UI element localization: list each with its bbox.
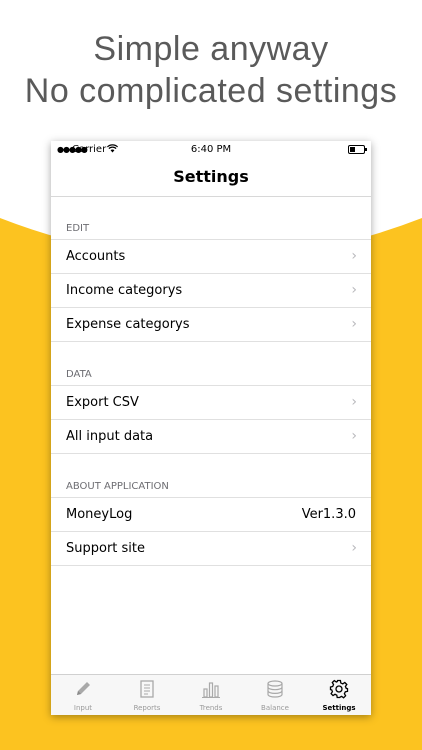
divider [51,565,371,566]
chevron-right-icon: › [351,248,357,264]
tab-label: Trends [199,704,223,712]
chevron-right-icon: › [351,540,357,556]
section-header-about: ABOUT APPLICATION [66,481,169,492]
tab-balance[interactable]: Balance [243,675,307,715]
chevron-right-icon: › [351,316,357,332]
tab-label: Settings [322,704,356,712]
row-label: Expense categorys [66,317,190,332]
row-label: Income categorys [66,283,183,298]
row-label: Support site [66,541,146,556]
battery-icon [348,145,367,154]
status-bar: ●●●●● Carrier 6:40 PM [51,141,371,159]
nav-divider [51,196,371,197]
document-icon [140,680,154,698]
database-icon [267,680,283,698]
tab-label: Input [73,704,93,712]
section-header-data: DATA [66,369,92,380]
headline-line-2: No complicated settings [24,72,398,110]
tab-bar: Input Reports Trends Balance Settings [51,674,371,715]
row-label: All input data [66,429,154,444]
row-label: Export CSV [66,395,139,410]
tab-input[interactable]: Input [51,675,115,715]
promo-headline: Simple anyway No complicated settings [0,28,422,112]
chevron-right-icon: › [351,428,357,444]
row-label: Accounts [66,249,126,264]
nav-title: Settings [173,167,249,186]
tab-label: Reports [133,704,161,712]
section-header-edit: EDIT [66,223,90,234]
gear-icon [329,679,349,699]
chevron-right-icon: › [351,394,357,410]
tab-trends[interactable]: Trends [179,675,243,715]
row-export-csv[interactable]: Export CSV › [51,386,371,420]
row-label: MoneyLog [66,507,133,522]
divider [51,453,371,454]
version-value: Ver1.3.0 [301,507,356,522]
row-all-input-data[interactable]: All input data › [51,420,371,454]
row-expense-categories[interactable]: Expense categorys › [51,308,371,342]
phone-screen: ●●●●● Carrier 6:40 PM Settings EDIT Acco… [51,141,371,715]
row-income-categories[interactable]: Income categorys › [51,274,371,308]
row-support-site[interactable]: Support site › [51,532,371,566]
bar-chart-icon [202,682,220,698]
tab-reports[interactable]: Reports [115,675,179,715]
status-time: 6:40 PM [190,144,232,155]
headline-line-1: Simple anyway [93,30,329,68]
tab-settings[interactable]: Settings [307,675,371,715]
chevron-right-icon: › [351,282,357,298]
row-app-version: MoneyLog Ver1.3.0 [51,498,371,532]
pencil-icon [77,682,90,695]
tab-label: Balance [261,704,289,712]
divider [51,341,371,342]
row-accounts[interactable]: Accounts › [51,240,371,274]
